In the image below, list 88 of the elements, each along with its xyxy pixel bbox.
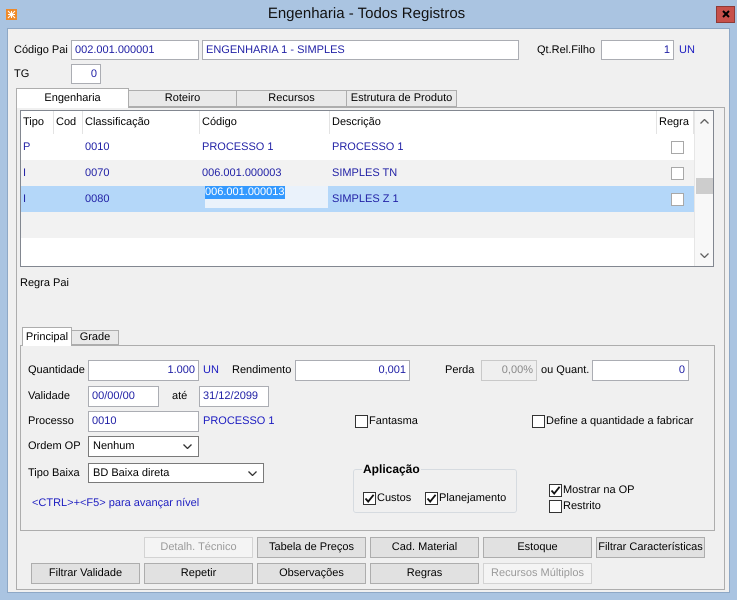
dropdown[interactable]: Nenhum <box>88 436 199 457</box>
checkbox[interactable] <box>671 140 684 154</box>
tab[interactable]: Principal <box>22 327 72 346</box>
column-header[interactable]: Cod <box>56 114 76 131</box>
group-title: Aplicação <box>362 462 421 476</box>
chevron-down-icon[interactable] <box>700 253 708 258</box>
input-field[interactable]: 0,001 <box>295 360 410 381</box>
field-label: Qt.Rel.Filho <box>537 42 596 58</box>
table-cell-text: I <box>23 166 26 181</box>
table-cell-text: P <box>23 140 30 155</box>
checkbox[interactable] <box>671 192 684 206</box>
checkbox-label: Mostrar na OP <box>563 483 635 498</box>
table-cell-text: I <box>23 192 26 207</box>
close-icon[interactable] <box>722 10 730 18</box>
field-label: Processo <box>28 414 74 430</box>
button[interactable]: Tabela de Preços <box>257 537 366 558</box>
table-cell-text: SIMPLES TN <box>332 166 398 181</box>
checkbox-label: Fantasma <box>369 414 418 430</box>
table-cell-text: 0070 <box>85 166 110 181</box>
description-label: PROCESSO 1 <box>203 414 275 430</box>
button[interactable]: Repetir <box>144 563 253 584</box>
field-label: até <box>172 389 188 404</box>
input-field[interactable]: 0 <box>592 360 689 381</box>
checkbox-label: Custos <box>377 491 412 506</box>
checkbox[interactable] <box>355 415 368 428</box>
field-label: TG <box>14 66 30 82</box>
field-label: Perda <box>445 363 474 378</box>
dropdown[interactable]: BD Baixa direta <box>88 463 264 483</box>
scrollbar-thumb[interactable] <box>696 178 712 194</box>
unit-label: UN <box>679 42 695 58</box>
window-title: Engenharia - Todos Registros <box>268 4 466 24</box>
table-cell-text: 0080 <box>85 192 110 207</box>
field-label: ou Quant. <box>541 363 590 378</box>
field-label: Tipo Baixa <box>28 466 80 481</box>
column-header[interactable]: Classificação <box>85 114 150 131</box>
button[interactable]: Cad. Material <box>370 537 479 558</box>
input-field[interactable]: 002.001.000001 <box>71 40 199 60</box>
column-header[interactable]: Código <box>202 114 237 131</box>
checkbox[interactable] <box>549 484 562 497</box>
input-field[interactable]: 0 <box>71 64 101 84</box>
input-field[interactable]: ENGENHARIA 1 - SIMPLES <box>202 40 519 60</box>
checkbox-label: Planejamento <box>439 491 506 506</box>
checkbox-label: Restrito <box>563 499 601 514</box>
chevron-up-icon[interactable] <box>700 119 708 124</box>
chevron-down-icon[interactable] <box>248 470 257 476</box>
checkbox[interactable] <box>671 166 684 180</box>
field-label: Ordem OP <box>28 439 81 454</box>
tab[interactable]: Grade <box>71 330 119 345</box>
button[interactable]: Estoque <box>483 537 592 558</box>
close-button[interactable] <box>716 6 735 22</box>
checkbox[interactable] <box>363 492 376 505</box>
unit-label: UN <box>203 363 219 378</box>
table-cell-text: PROCESSO 1 <box>202 140 274 155</box>
table-row[interactable]: I 0070 006.001.000003 SIMPLES TN <box>21 160 694 186</box>
tab[interactable]: Recursos <box>236 90 347 107</box>
app-icon <box>6 8 17 20</box>
checkbox-label: Define a quantidade a fabricar <box>546 414 694 430</box>
column-header[interactable]: Descrição <box>332 114 381 131</box>
table-cell-text: SIMPLES Z 1 <box>332 192 399 207</box>
checkbox[interactable] <box>532 415 545 428</box>
field-label: Regra Pai <box>20 276 69 291</box>
field-label: Quantidade <box>28 363 85 378</box>
chevron-down-icon[interactable] <box>183 444 192 449</box>
checkbox[interactable] <box>425 492 438 505</box>
tab[interactable]: Roteiro <box>128 90 237 107</box>
hint-text: <CTRL>+<F5> para avançar nível <box>32 496 200 511</box>
column-header[interactable]: Tipo <box>23 114 44 131</box>
button[interactable]: Observações <box>257 563 366 584</box>
table-row[interactable]: I 0080 006.001.000013 SIMPLES Z 1 <box>21 186 694 212</box>
tab[interactable]: Engenharia <box>16 88 129 108</box>
input-field[interactable]: 1 <box>601 40 674 60</box>
input-field[interactable]: 1.000 <box>88 360 199 381</box>
button[interactable]: Regras <box>370 563 479 584</box>
input-field[interactable]: 31/12/2099 <box>199 386 269 407</box>
column-header[interactable]: Regra <box>659 114 689 131</box>
field-label: Código Pai <box>14 42 68 58</box>
table-cell-text: 0010 <box>85 140 110 155</box>
table-cell-text: 006.001.000003 <box>202 166 282 181</box>
table-cell-text: PROCESSO 1 <box>332 140 404 155</box>
button[interactable]: Filtrar Validade <box>31 563 140 584</box>
button[interactable]: Filtrar Características <box>596 537 705 558</box>
input-field[interactable]: 00/00/00 <box>88 386 159 407</box>
checkbox[interactable] <box>549 500 562 513</box>
input-field[interactable]: 0010 <box>88 411 199 432</box>
scrollbar[interactable] <box>694 111 713 266</box>
tab[interactable]: Estrutura de Produto <box>346 90 457 107</box>
field-label: Validade <box>28 389 70 404</box>
field-label: Rendimento <box>232 363 292 378</box>
